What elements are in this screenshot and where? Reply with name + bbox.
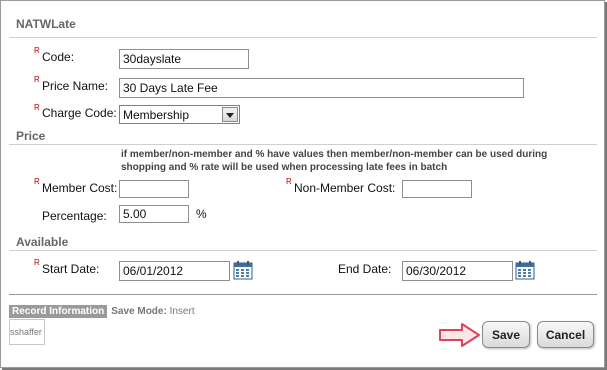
percentage-label: Percentage: [42, 209, 107, 223]
non-member-cost-label: Non-Member Cost: [294, 181, 396, 195]
pointer-arrow-icon [439, 323, 480, 347]
end-date-label: End Date: [338, 262, 392, 276]
chevron-down-icon[interactable] [222, 107, 238, 122]
save-mode-value: Insert [169, 306, 195, 317]
code-label: Code: [42, 50, 75, 64]
start-date-input[interactable] [119, 261, 230, 281]
required-marker: R [34, 103, 40, 112]
start-date-label: Start Date: [42, 262, 100, 276]
record-user: sshaffer [9, 319, 45, 345]
code-input[interactable] [119, 49, 249, 69]
title-divider [9, 37, 597, 38]
required-marker: R [34, 258, 40, 267]
save-button[interactable]: Save [482, 321, 530, 348]
record-info-bar: Record Information Save Mode: Insert [9, 305, 195, 318]
end-date-input[interactable] [402, 261, 513, 281]
available-divider [9, 250, 597, 251]
member-cost-label: Member Cost: [42, 181, 118, 195]
required-marker: R [34, 75, 40, 84]
calendar-icon[interactable] [233, 261, 253, 280]
form-title: NATWLate [16, 17, 76, 31]
price-name-label: Price Name: [42, 79, 109, 93]
required-marker: R [34, 177, 40, 186]
price-divider [9, 144, 597, 145]
member-cost-input[interactable] [119, 180, 189, 198]
price-name-input[interactable] [119, 78, 524, 98]
price-section-title: Price [16, 129, 46, 143]
charge-code-label: Charge Code: [42, 106, 117, 120]
required-marker: R [286, 177, 292, 186]
charge-code-value: Membership [123, 108, 190, 122]
record-info-tab[interactable]: Record Information [9, 305, 108, 318]
non-member-cost-input[interactable] [402, 180, 472, 198]
dialog-frame: NATWLate R Code: R Price Name: R Charge … [0, 0, 605, 368]
charge-code-select[interactable]: Membership [119, 105, 240, 124]
cancel-button[interactable]: Cancel [537, 321, 594, 348]
footer-divider [9, 294, 597, 295]
percentage-input[interactable] [119, 205, 189, 223]
available-section-title: Available [16, 235, 69, 249]
percentage-unit: % [196, 207, 207, 221]
save-mode-label: Save Mode: [111, 306, 167, 317]
price-note: if member/non-member and % have values t… [121, 149, 548, 173]
calendar-icon[interactable] [515, 261, 535, 280]
required-marker: R [34, 46, 40, 55]
